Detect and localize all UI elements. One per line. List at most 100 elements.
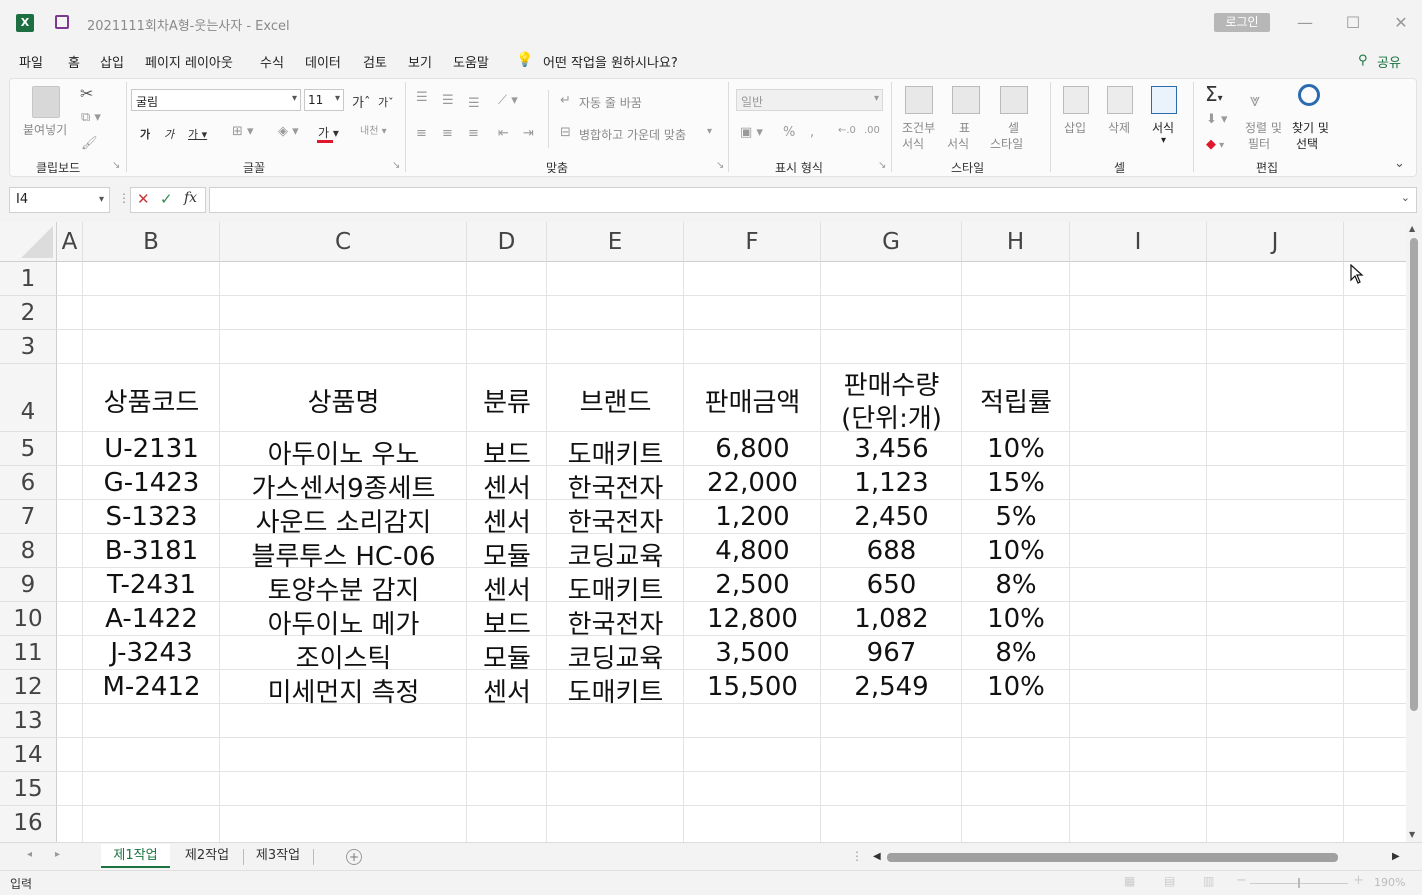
table-cell[interactable]: 한국전자: [547, 502, 684, 539]
column-header-a[interactable]: A: [57, 222, 83, 262]
zoom-in-icon[interactable]: +: [1353, 873, 1364, 888]
expand-formula-icon[interactable]: ⌄: [1401, 191, 1410, 204]
column-header-d[interactable]: D: [467, 222, 547, 262]
table-cell[interactable]: 1,123: [821, 468, 962, 498]
row-header[interactable]: 8: [0, 534, 57, 568]
orientation-icon[interactable]: ⟋ ▾: [498, 93, 518, 108]
login-button[interactable]: 로그인: [1214, 13, 1270, 32]
phonetic-icon[interactable]: 내천 ▾: [360, 122, 387, 137]
scroll-left-icon[interactable]: ◀: [873, 851, 881, 862]
conditional-format-label-1[interactable]: 조건부: [902, 119, 935, 136]
column-header-k[interactable]: [1344, 222, 1406, 262]
delete-cells-icon[interactable]: [1107, 86, 1133, 114]
format-painter-icon[interactable]: 🖌: [81, 136, 98, 151]
row-header[interactable]: 1: [0, 262, 57, 296]
table-cell[interactable]: T-2431: [83, 570, 220, 600]
scroll-down-icon[interactable]: ▼: [1409, 830, 1415, 839]
cell-styles-icon[interactable]: [1000, 86, 1028, 114]
enter-icon[interactable]: ✓: [160, 190, 173, 208]
format-table-label-1[interactable]: 표: [959, 119, 970, 136]
number-format-dropdown[interactable]: 일반 ▾: [736, 89, 883, 111]
row-header[interactable]: 5: [0, 432, 57, 466]
row-header[interactable]: 13: [0, 704, 57, 738]
align-middle-icon[interactable]: ☰: [442, 93, 454, 108]
format-table-label-2[interactable]: 서식: [947, 135, 969, 152]
header-cell-category[interactable]: 분류: [467, 382, 547, 419]
increase-decimal-icon[interactable]: ←.0: [838, 125, 856, 136]
worksheet[interactable]: A B C D E F G H I J 1 2 3 4 5 6 7 8 9 10…: [0, 222, 1406, 842]
table-cell[interactable]: 모듈: [467, 536, 547, 573]
vertical-scrollbar[interactable]: ▲ ▼: [1406, 222, 1422, 842]
conditional-format-label-2[interactable]: 서식: [902, 135, 924, 152]
table-cell[interactable]: 2,500: [684, 570, 821, 600]
table-cell[interactable]: 센서: [467, 468, 547, 505]
increase-indent-icon[interactable]: ⇥: [523, 126, 534, 141]
sheet-tab-3[interactable]: 제3작업: [244, 844, 312, 868]
row-header[interactable]: 9: [0, 568, 57, 602]
table-cell[interactable]: G-1423: [83, 468, 220, 498]
table-cell[interactable]: 967: [821, 638, 962, 668]
insert-cells-icon[interactable]: [1063, 86, 1089, 114]
table-cell[interactable]: 688: [821, 536, 962, 566]
comma-icon[interactable]: ,: [810, 125, 814, 140]
decrease-font-icon[interactable]: 가ˇ: [378, 94, 394, 110]
sheet-tab-1[interactable]: 제1작업: [101, 844, 170, 868]
cut-icon[interactable]: ✂: [80, 84, 93, 103]
table-cell[interactable]: 3,456: [821, 434, 962, 464]
font-color-icon[interactable]: 가 ▾: [318, 124, 339, 141]
menu-file[interactable]: 파일: [19, 52, 43, 71]
table-cell[interactable]: 12,800: [684, 604, 821, 634]
header-cell-rate[interactable]: 적립률: [962, 382, 1070, 419]
conditional-format-icon[interactable]: [905, 86, 933, 114]
underline-icon[interactable]: 가 ▾: [188, 126, 207, 142]
minimize-icon[interactable]: —: [1290, 10, 1320, 36]
table-cell[interactable]: 사운드 소리감지: [220, 502, 467, 539]
save-icon[interactable]: [55, 15, 69, 29]
name-box[interactable]: I4 ▾: [9, 187, 110, 213]
zoom-slider-thumb[interactable]: [1298, 878, 1300, 888]
font-size-dropdown[interactable]: 11 ▾: [304, 89, 344, 111]
increase-font-icon[interactable]: 가ˆ: [352, 92, 370, 111]
cancel-icon[interactable]: ✕: [137, 190, 150, 208]
column-header-i[interactable]: I: [1070, 222, 1207, 262]
menu-review[interactable]: 검토: [363, 52, 387, 71]
table-cell[interactable]: 6,800: [684, 434, 821, 464]
align-right-icon[interactable]: ≡: [468, 126, 479, 141]
font-name-dropdown[interactable]: 굴림 ▾: [131, 89, 301, 111]
row-header[interactable]: 6: [0, 466, 57, 500]
table-cell[interactable]: 한국전자: [547, 468, 684, 505]
page-break-view-icon[interactable]: ▥: [1203, 874, 1214, 888]
column-header-b[interactable]: B: [83, 222, 220, 262]
format-table-icon[interactable]: [952, 86, 980, 114]
fill-icon[interactable]: ⬇ ▾: [1206, 112, 1228, 127]
chevron-down-icon[interactable]: ▾: [707, 126, 712, 137]
table-cell[interactable]: 5%: [962, 502, 1070, 532]
find-select-label-2[interactable]: 선택: [1296, 135, 1318, 152]
menu-home[interactable]: 홈: [68, 52, 80, 71]
fill-color-icon[interactable]: ◈ ▾: [278, 124, 299, 139]
zoom-level[interactable]: 190%: [1374, 876, 1405, 889]
sort-filter-icon[interactable]: ⩔: [1250, 90, 1260, 111]
chevron-down-icon[interactable]: ▾: [1161, 135, 1166, 146]
currency-icon[interactable]: ▣ ▾: [740, 125, 763, 140]
column-header-j[interactable]: J: [1207, 222, 1344, 262]
table-cell[interactable]: 아두이노 우노: [220, 434, 467, 471]
table-cell[interactable]: 보드: [467, 604, 547, 641]
sheet-tab-2[interactable]: 제2작업: [172, 844, 242, 868]
page-layout-view-icon[interactable]: ▤: [1164, 874, 1175, 888]
clear-icon[interactable]: ◆ ▾: [1206, 137, 1224, 152]
table-cell[interactable]: 블루투스 HC-06: [220, 536, 467, 573]
table-cell[interactable]: 조이스틱: [220, 638, 467, 675]
table-cell[interactable]: 보드: [467, 434, 547, 471]
align-top-icon[interactable]: ☰: [416, 90, 428, 105]
zoom-out-icon[interactable]: −: [1236, 873, 1247, 888]
menu-page-layout[interactable]: 페이지 레이아웃: [145, 52, 233, 71]
tell-me-search[interactable]: 어떤 작업을 원하시나요?: [543, 52, 678, 71]
maximize-icon[interactable]: ☐: [1338, 10, 1368, 36]
row-header[interactable]: 4: [0, 364, 57, 432]
row-header[interactable]: 16: [0, 806, 57, 842]
wrap-text-button[interactable]: 자동 줄 바꿈: [579, 94, 642, 111]
row-header[interactable]: 10: [0, 602, 57, 636]
table-cell[interactable]: 10%: [962, 672, 1070, 702]
sort-filter-label-2[interactable]: 필터: [1248, 135, 1270, 152]
